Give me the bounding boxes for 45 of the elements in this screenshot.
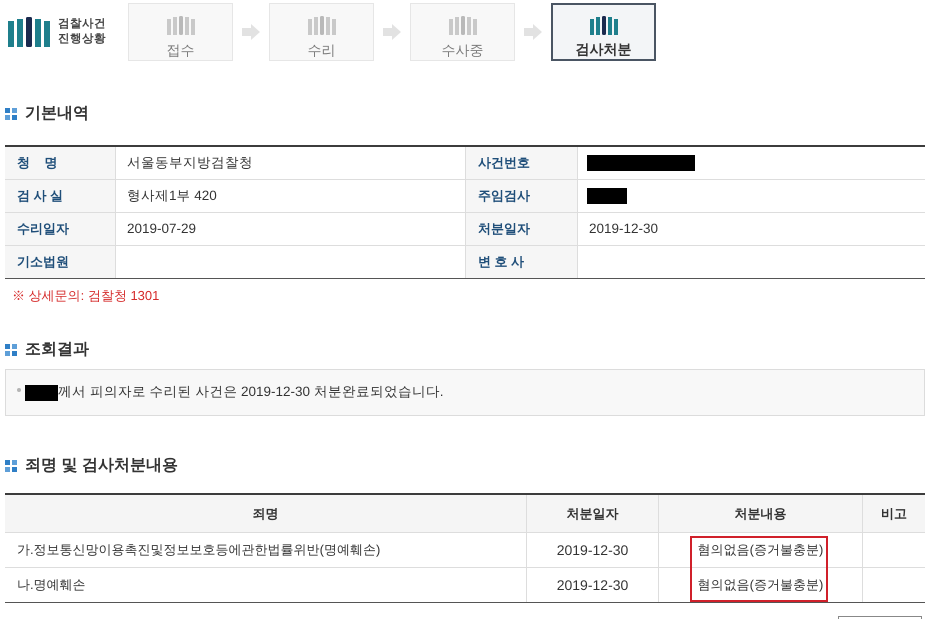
- logo-icon: [8, 17, 50, 47]
- section-title: 죄명 및 검사처분내용: [25, 456, 178, 476]
- step-label: 검사처분: [576, 40, 632, 58]
- step-label: 접수: [166, 41, 194, 59]
- bullet-icon: [17, 388, 21, 392]
- bars-icon: [308, 16, 336, 35]
- field-label: 처분일자: [478, 220, 530, 238]
- bars-icon: [166, 16, 194, 35]
- table-cell-text: 혐의없음(증거불충분): [698, 541, 824, 560]
- table-cell-text: 2019-12-30: [556, 576, 628, 594]
- section-title: 기본내역: [25, 104, 89, 124]
- column-header: 비고: [881, 504, 907, 523]
- field-label: 검 사 실: [17, 187, 64, 206]
- table-cell-text: 혐의없음(증거불충분): [698, 576, 824, 594]
- field-label: 변 호 사: [478, 253, 524, 272]
- field-value: 형사제1부 420: [126, 186, 217, 205]
- field-value: 2019-12-30: [588, 220, 658, 238]
- bars-icon: [448, 16, 476, 35]
- arrow-right-icon: [524, 24, 542, 40]
- table-cell-text: 가.정보통신망이용촉진및정보보호등에관한법률위반(명예훼손): [17, 541, 380, 560]
- button-outline[interactable]: [838, 616, 922, 619]
- table-cell-text: 나.명예훼손: [17, 576, 86, 594]
- contact-note: ※ 상세문의: 검찰청 1301: [12, 287, 160, 306]
- step-label: 수사중: [442, 41, 484, 59]
- column-header: 죄명: [252, 504, 278, 523]
- field-value: 2019-07-29: [126, 220, 196, 238]
- arrow-right-icon: [242, 24, 260, 40]
- column-header: 처분일자: [566, 504, 618, 523]
- step-label: 수리: [308, 41, 336, 59]
- logo-text: 검찰사건 진행상황: [58, 17, 106, 47]
- arrow-right-icon: [383, 24, 401, 40]
- section-icon: [5, 108, 17, 120]
- result-message: 께서 피의자로 수리된 사건은 2019-12-30 처분완료되었습니다.: [58, 383, 444, 402]
- section-icon: [5, 460, 17, 472]
- field-label: 청 명: [17, 154, 58, 172]
- table-cell-text: 2019-12-30: [556, 540, 628, 560]
- section-title: 조회결과: [25, 340, 89, 360]
- field-label: 주임검사: [478, 187, 530, 206]
- field-label: 수리일자: [17, 220, 69, 238]
- column-header: 처분내용: [734, 504, 786, 523]
- field-label: 사건번호: [478, 154, 530, 172]
- field-value: 서울동부지방검찰청: [126, 154, 253, 172]
- bars-icon: [590, 16, 618, 35]
- section-icon: [5, 344, 17, 356]
- field-label: 기소법원: [17, 253, 69, 272]
